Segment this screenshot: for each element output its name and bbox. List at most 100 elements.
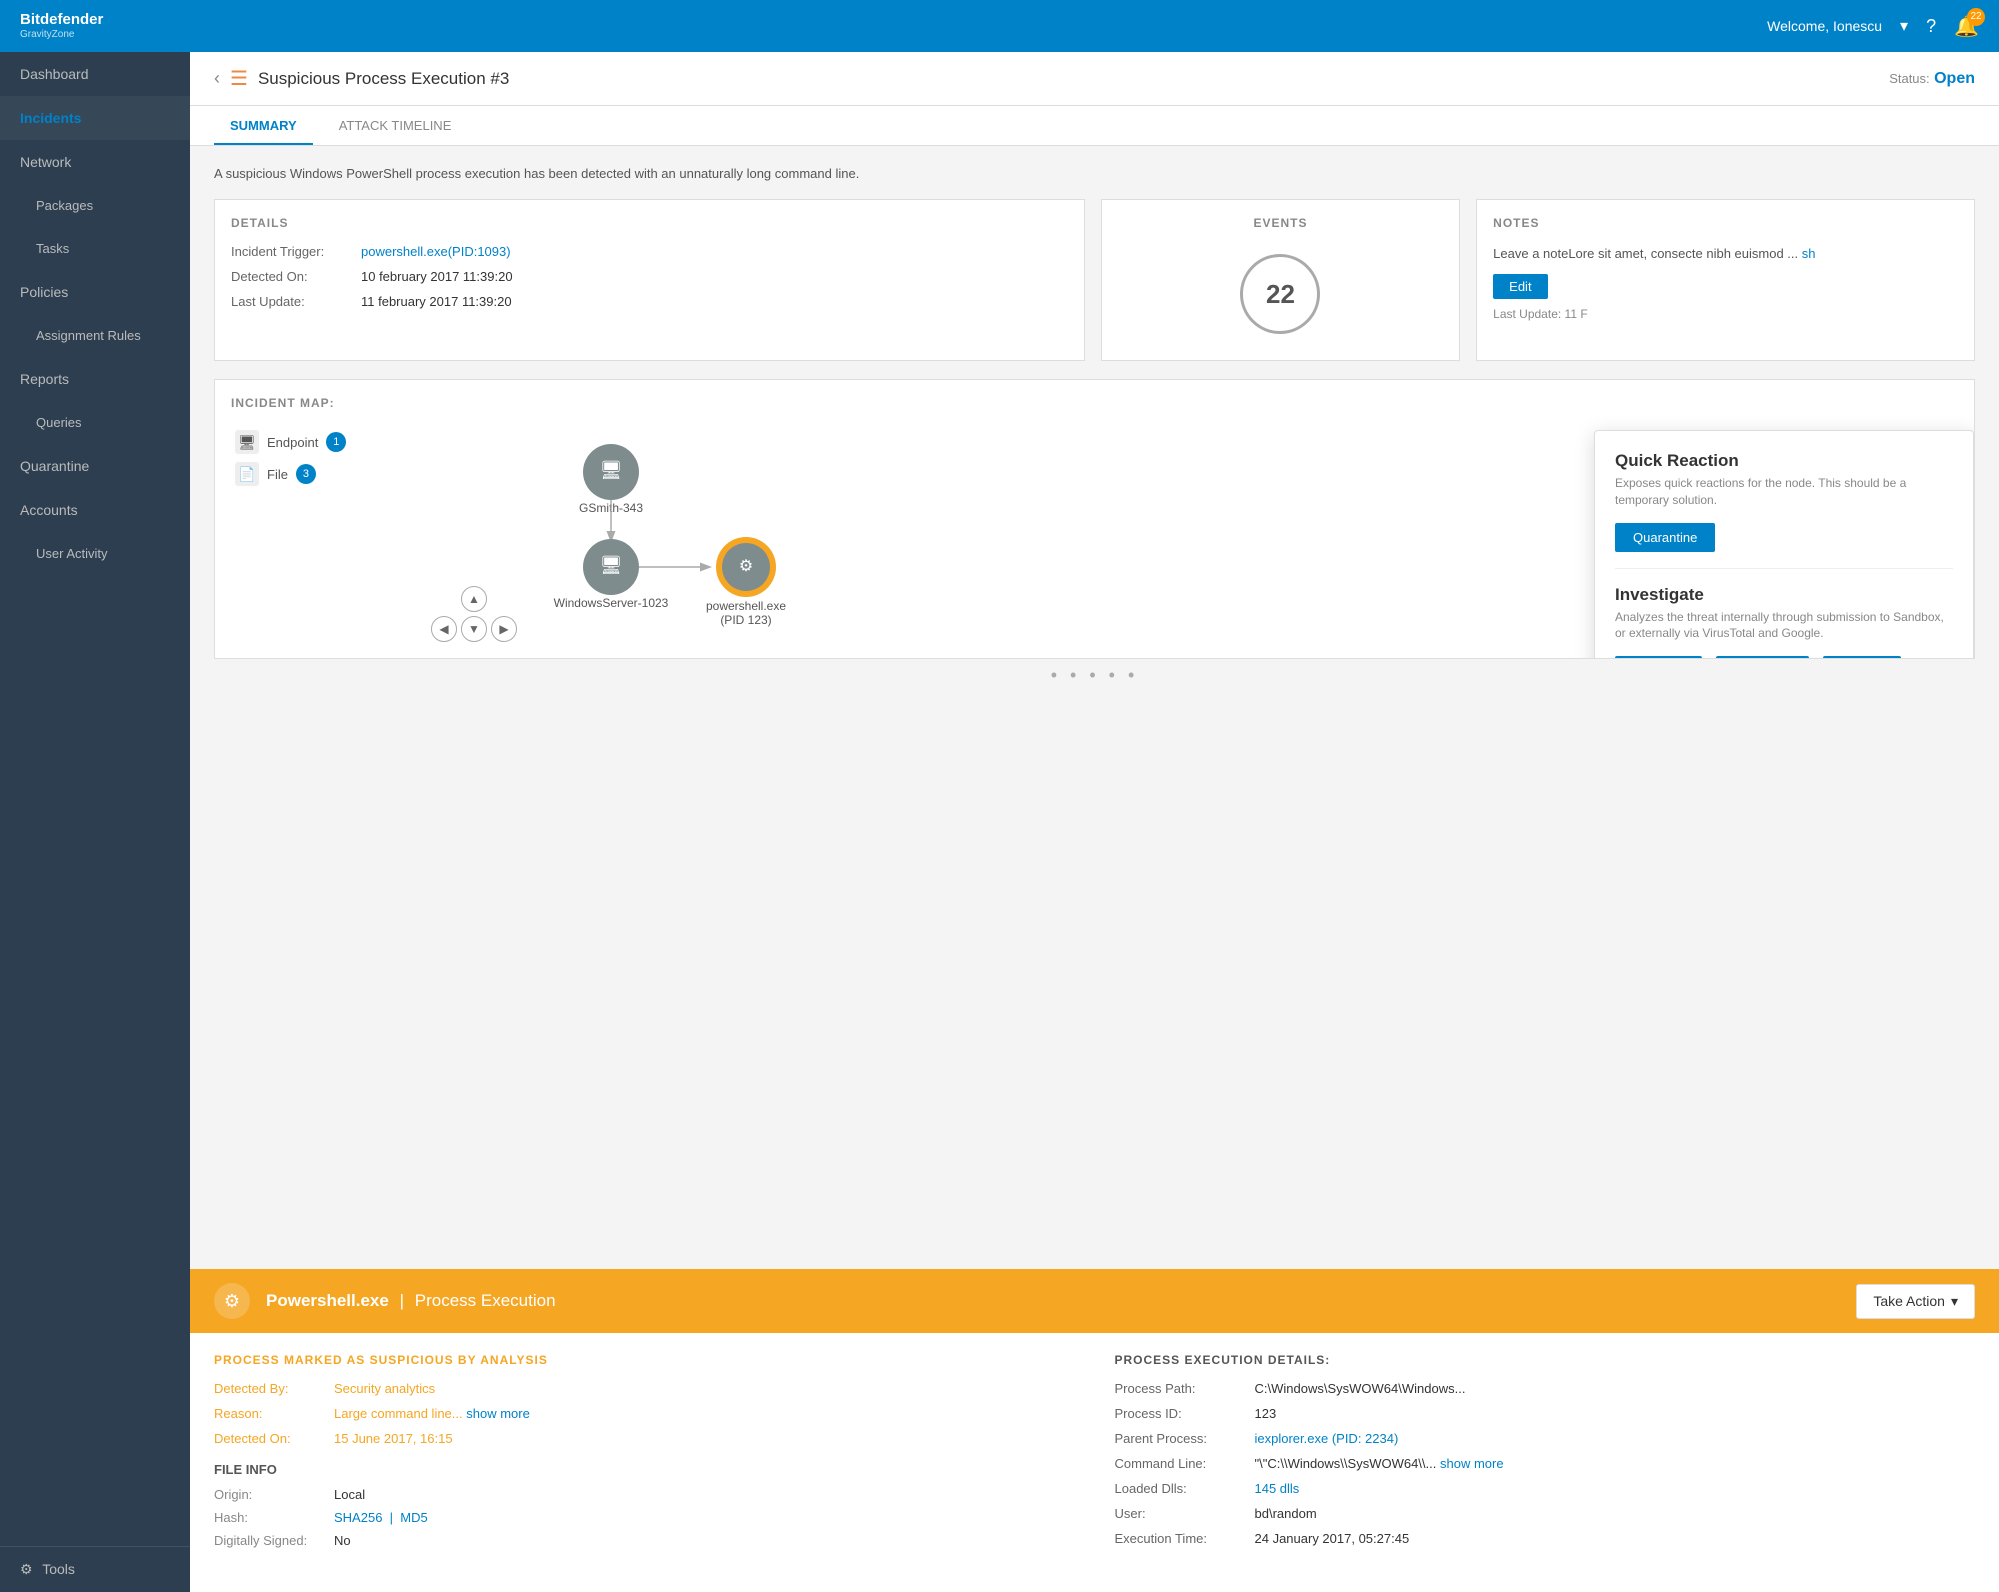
chevron-down-icon[interactable]: ▾ xyxy=(1900,16,1908,36)
divider-1 xyxy=(1615,568,1953,569)
quick-reaction-buttons: Quarantine xyxy=(1615,523,1953,552)
dots-separator: • • • • • xyxy=(214,665,1975,686)
sidebar-item-reports[interactable]: Reports xyxy=(0,357,190,401)
investigate-section: Investigate Analyzes the threat internal… xyxy=(1615,585,1953,659)
virustotal-button[interactable]: VirusTotal xyxy=(1716,656,1809,659)
sidebar-item-quarantine[interactable]: Quarantine xyxy=(0,444,190,488)
google-button[interactable]: Google xyxy=(1823,656,1901,659)
threat-title: Powershell.exe | Process Execution xyxy=(266,1291,556,1311)
help-icon[interactable]: ? xyxy=(1926,16,1936,37)
content-area: ‹ ☰ Suspicious Process Execution #3 Stat… xyxy=(190,52,1999,1592)
reason-show-more[interactable]: show more xyxy=(466,1406,530,1421)
sha256-link[interactable]: SHA256 xyxy=(334,1510,382,1525)
welcome-text: Welcome, Ionescu xyxy=(1767,18,1882,34)
quick-reaction-section: Quick Reaction Exposes quick reactions f… xyxy=(1615,451,1953,552)
take-action-button[interactable]: Take Action ▾ xyxy=(1856,1284,1975,1319)
file-info-title: FILE INFO xyxy=(214,1462,1075,1477)
sidebar-item-tools[interactable]: ⚙ Tools xyxy=(0,1546,190,1592)
exec-value-pid: 123 xyxy=(1255,1406,1277,1421)
exec-value-dlls[interactable]: 145 dlls xyxy=(1255,1481,1300,1496)
sidebar-item-dashboard[interactable]: Dashboard xyxy=(0,52,190,96)
quick-reaction-popup: Quick Reaction Exposes quick reactions f… xyxy=(1594,430,1974,659)
sidebar-item-assignment-rules[interactable]: Assignment Rules xyxy=(0,314,190,357)
page-header-left: ‹ ☰ Suspicious Process Execution #3 xyxy=(214,66,509,91)
file-label-origin: Origin: xyxy=(214,1487,334,1502)
sidebar-item-tasks[interactable]: Tasks xyxy=(0,227,190,270)
proc-row-detected-by: Detected By: Security analytics xyxy=(214,1381,1075,1396)
exec-label-exectime: Execution Time: xyxy=(1115,1531,1255,1546)
tab-summary[interactable]: SUMMARY xyxy=(214,106,313,145)
md5-link[interactable]: MD5 xyxy=(400,1510,427,1525)
nav-down-button[interactable]: ▼ xyxy=(461,616,487,642)
legend-endpoint-label: Endpoint xyxy=(267,435,318,450)
quick-reaction-desc: Exposes quick reactions for the node. Th… xyxy=(1615,475,1953,509)
sidebar-item-policies[interactable]: Policies xyxy=(0,270,190,314)
quarantine-button[interactable]: Quarantine xyxy=(1615,523,1715,552)
tab-attack-timeline[interactable]: ATTACK TIMELINE xyxy=(323,106,468,145)
chevron-down-icon: ▾ xyxy=(1951,1293,1958,1310)
notification-bell[interactable]: 🔔 22 xyxy=(1954,14,1979,39)
notes-show-link[interactable]: sh xyxy=(1802,246,1816,261)
svg-text:(PID 123): (PID 123) xyxy=(720,613,771,627)
top-navigation: Bitdefender GravityZone Welcome, Ionescu… xyxy=(0,0,1999,52)
file-icon: 📄 xyxy=(235,462,259,486)
edit-notes-button[interactable]: Edit xyxy=(1493,274,1547,299)
detail-row-lastupdate: Last Update: 11 february 2017 11:39:20 xyxy=(231,294,1068,309)
main-layout: Dashboard Incidents Network Packages Tas… xyxy=(0,52,1999,1592)
detail-value-detected: 10 february 2017 11:39:20 xyxy=(361,269,513,284)
sidebar-item-network[interactable]: Network xyxy=(0,140,190,184)
nav-up-button[interactable]: ▲ xyxy=(461,586,487,612)
exec-row-parent: Parent Process: iexplorer.exe (PID: 2234… xyxy=(1115,1431,1976,1446)
detail-row-trigger: Incident Trigger: powershell.exe(PID:109… xyxy=(231,244,1068,259)
exec-value-user: bd\random xyxy=(1255,1506,1317,1521)
file-label-hash: Hash: xyxy=(214,1510,334,1525)
proc-label-reason: Reason: xyxy=(214,1406,334,1421)
detail-value-trigger[interactable]: powershell.exe(PID:1093) xyxy=(361,244,511,259)
sandbox-button[interactable]: Sandbox xyxy=(1615,656,1702,659)
exec-label-dlls: Loaded Dlls: xyxy=(1115,1481,1255,1496)
nav-right-button[interactable]: ▶ xyxy=(491,616,517,642)
sidebar-item-queries[interactable]: Queries xyxy=(0,401,190,444)
detail-value-lastupdate: 11 february 2017 11:39:20 xyxy=(361,294,512,309)
exec-label-cmdline: Command Line: xyxy=(1115,1456,1255,1471)
notes-text: Leave a noteLore sit amet, consecte nibh… xyxy=(1493,244,1958,264)
threat-icon: ⚙ xyxy=(214,1283,250,1319)
sidebar-item-user-activity[interactable]: User Activity xyxy=(0,532,190,575)
exec-value-parent[interactable]: iexplorer.exe (PID: 2234) xyxy=(1255,1431,1399,1446)
exec-value-cmdline: "\"C:\\Windows\\SysWOW64\\... show more xyxy=(1255,1456,1504,1471)
suspicious-section-title: PROCESS MARKED AS SUSPICIOUS BY ANALYSIS xyxy=(214,1353,1075,1367)
investigate-title: Investigate xyxy=(1615,585,1953,605)
file-value-hash[interactable]: SHA256 | MD5 xyxy=(334,1510,428,1525)
back-button[interactable]: ‹ xyxy=(214,68,220,89)
notification-count: 22 xyxy=(1967,8,1985,26)
proc-label-detected-on: Detected On: xyxy=(214,1431,334,1446)
topnav-right: Welcome, Ionescu ▾ ? 🔔 22 xyxy=(1767,14,1979,39)
exec-row-pid: Process ID: 123 xyxy=(1115,1406,1976,1421)
exec-label-user: User: xyxy=(1115,1506,1255,1521)
events-panel-title: EVENTS xyxy=(1253,216,1307,230)
panels-row: DETAILS Incident Trigger: powershell.exe… xyxy=(214,199,1975,361)
exec-label-path: Process Path: xyxy=(1115,1381,1255,1396)
svg-text:⚙: ⚙ xyxy=(739,558,753,575)
exec-row-cmdline: Command Line: "\"C:\\Windows\\SysWOW64\\… xyxy=(1115,1456,1976,1471)
process-suspicious-section: PROCESS MARKED AS SUSPICIOUS BY ANALYSIS… xyxy=(214,1353,1075,1572)
exec-row-exectime: Execution Time: 24 January 2017, 05:27:4… xyxy=(1115,1531,1976,1546)
exec-value-exectime: 24 January 2017, 05:27:45 xyxy=(1255,1531,1410,1546)
sidebar-item-packages[interactable]: Packages xyxy=(0,184,190,227)
exec-label-parent: Parent Process: xyxy=(1115,1431,1255,1446)
file-row-signed: Digitally Signed: No xyxy=(214,1533,1075,1548)
logo-sub: GravityZone xyxy=(20,29,103,40)
detail-label-lastupdate: Last Update: xyxy=(231,294,361,309)
nav-left-button[interactable]: ◀ xyxy=(431,616,457,642)
proc-row-reason: Reason: Large command line... show more xyxy=(214,1406,1075,1421)
sidebar-item-incidents[interactable]: Incidents xyxy=(0,96,190,140)
process-details: PROCESS MARKED AS SUSPICIOUS BY ANALYSIS… xyxy=(190,1333,1999,1592)
sidebar-item-accounts[interactable]: Accounts xyxy=(0,488,190,532)
svg-text:powershell.exe: powershell.exe xyxy=(706,599,786,613)
proc-value-reason: Large command line... show more xyxy=(334,1406,530,1421)
incident-icon: ☰ xyxy=(230,66,248,91)
svg-text:WindowsServer-1023: WindowsServer-1023 xyxy=(554,596,669,610)
cmdline-show-more[interactable]: show more xyxy=(1440,1456,1504,1471)
incident-map-title: INCIDENT MAP: xyxy=(231,396,1958,410)
detail-label-detected: Detected On: xyxy=(231,269,361,284)
